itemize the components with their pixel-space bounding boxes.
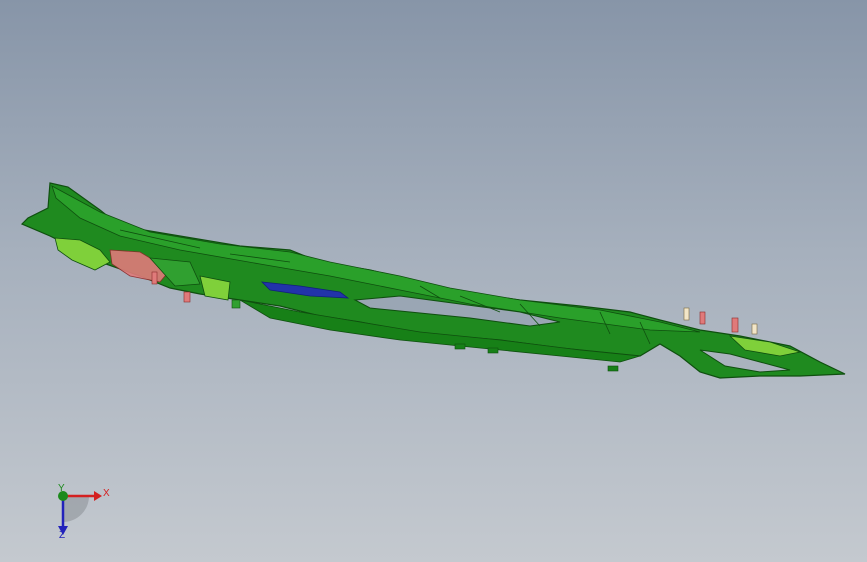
part-body[interactable] xyxy=(20,182,846,379)
tab-2 xyxy=(487,347,499,354)
z-axis-label: Z xyxy=(59,530,66,541)
graphics-viewport[interactable]: X Y Z xyxy=(0,0,867,562)
pin-right-1 xyxy=(683,307,690,321)
x-axis-arrow xyxy=(94,491,102,501)
pin-left-2 xyxy=(183,291,191,303)
triad-graphic xyxy=(58,491,102,535)
pin-right-3 xyxy=(731,317,739,333)
tab-3 xyxy=(607,365,619,372)
coordinate-triad: X Y Z xyxy=(44,478,124,548)
triad-shading xyxy=(63,496,89,522)
cad-model[interactable] xyxy=(0,0,867,562)
main-shell xyxy=(20,182,846,379)
x-axis-label: X xyxy=(103,488,110,499)
pin-left-3 xyxy=(231,299,241,309)
pin-right-4 xyxy=(751,323,758,335)
y-axis-label: Y xyxy=(58,483,65,494)
tab-1 xyxy=(454,343,466,350)
pin-left-1 xyxy=(151,271,158,285)
pin-right-2 xyxy=(699,311,706,325)
